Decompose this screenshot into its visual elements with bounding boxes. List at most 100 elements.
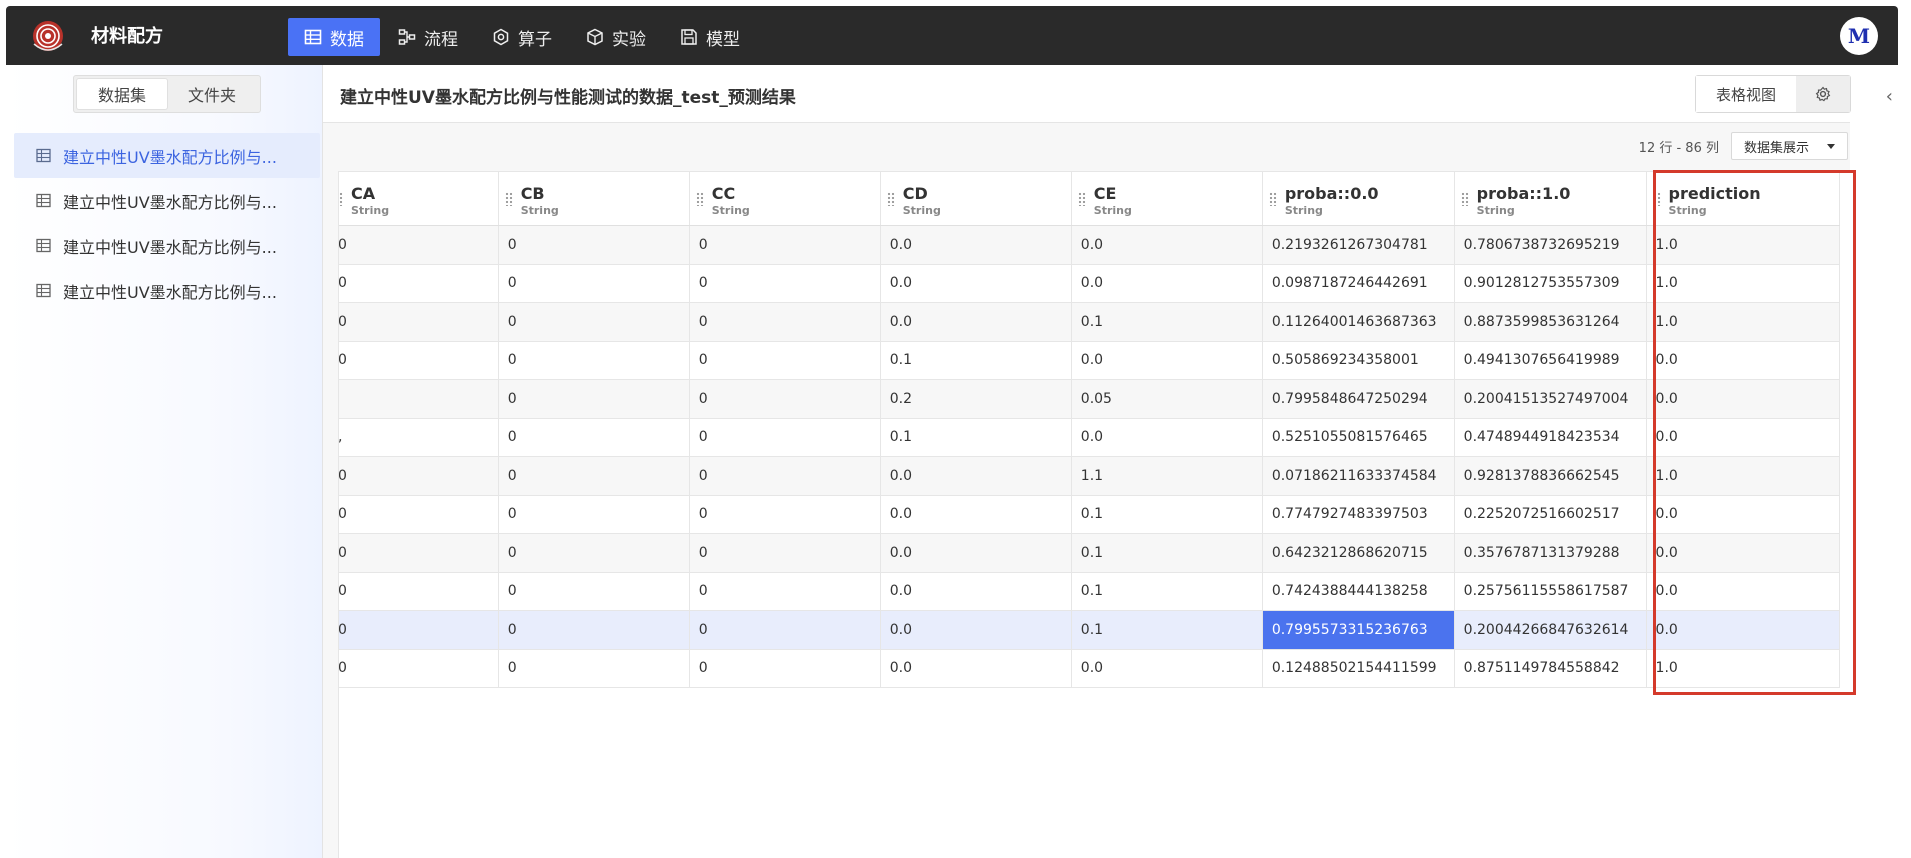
- table-cell[interactable]: 0: [498, 456, 690, 496]
- table-cell[interactable]: 0.4748944918423534: [1454, 418, 1647, 457]
- table-cell[interactable]: 0.2252072516602517: [1454, 495, 1647, 534]
- table-cell[interactable]: 1.0: [1646, 264, 1841, 303]
- table-row[interactable]: 0 0 0 0.1 0.0 0.505869234358001 0.494130765641…: [339, 341, 1841, 380]
- table-cell[interactable]: 0: [689, 649, 881, 688]
- table-cell[interactable]: 0: [689, 610, 881, 650]
- dataset-item[interactable]: 建立中性UV墨水配方比例与...: [14, 268, 320, 313]
- table-cell[interactable]: 0.7995573315236763: [1262, 610, 1455, 650]
- table-cell[interactable]: 0: [689, 302, 881, 342]
- table-cell[interactable]: 0: [689, 456, 881, 496]
- drag-handle-icon[interactable]: [695, 192, 704, 206]
- table-cell[interactable]: 0.2193261267304781: [1262, 225, 1455, 265]
- table-cell[interactable]: 0: [689, 225, 881, 265]
- table-cell[interactable]: 0.0: [1071, 225, 1263, 265]
- table-row[interactable]: 0 0 0 0.0 0.0 0.2193261267304781 0.78067387326…: [339, 225, 1841, 265]
- table-cell[interactable]: 0: [339, 341, 499, 380]
- table-cell[interactable]: 0.7806738732695219: [1454, 225, 1647, 265]
- table-cell[interactable]: 0.6423212868620715: [1262, 533, 1455, 573]
- table-row[interactable]: 0 0 0 0.0 0.1 0.7747927483397503 0.22520725166…: [339, 495, 1841, 534]
- table-cell[interactable]: 0: [498, 225, 690, 265]
- nav-operator[interactable]: 算子: [476, 18, 568, 56]
- table-cell[interactable]: 0: [689, 264, 881, 303]
- table-cell[interactable]: 0.505869234358001: [1262, 341, 1455, 380]
- column-header[interactable]: CA String: [339, 171, 499, 226]
- table-cell[interactable]: 0: [339, 264, 499, 303]
- table-cell[interactable]: 0.20044266847632614: [1454, 610, 1647, 650]
- table-cell[interactable]: 0.0987187246442691: [1262, 264, 1455, 303]
- table-cell[interactable]: 0: [689, 418, 881, 457]
- table-cell[interactable]: 0.11264001463687363: [1262, 302, 1455, 342]
- table-cell[interactable]: 0.07186211633374584: [1262, 456, 1455, 496]
- table-cell[interactable]: 0.0: [880, 610, 1072, 650]
- table-cell[interactable]: 1.1: [1071, 456, 1263, 496]
- drag-handle-icon[interactable]: [504, 192, 513, 206]
- table-cell[interactable]: 0.0: [880, 533, 1072, 573]
- table-cell[interactable]: 0.20041513527497004: [1454, 379, 1647, 419]
- chevron-left-icon[interactable]: ‹: [1886, 86, 1893, 107]
- column-header[interactable]: prediction String: [1646, 171, 1841, 226]
- table-cell[interactable]: 0.0: [880, 495, 1072, 534]
- table-cell[interactable]: 0.8873599853631264: [1454, 302, 1647, 342]
- table-cell[interactable]: 1.0: [1646, 225, 1841, 265]
- table-cell[interactable]: 0.0: [880, 572, 1072, 611]
- table-cell[interactable]: 0: [689, 379, 881, 419]
- table-cell[interactable]: 0: [498, 418, 690, 457]
- data-table-container[interactable]: CA String CB String CC String CD String CE String…: [338, 171, 1850, 858]
- drag-handle-icon[interactable]: [1077, 192, 1086, 206]
- table-cell[interactable]: 0: [498, 302, 690, 342]
- table-cell[interactable]: 0.0: [1646, 495, 1841, 534]
- table-row[interactable]: 0 0 0 0.0 0.1 0.6423212868620715 0.35767871313…: [339, 533, 1841, 573]
- table-row[interactable]: 0 0 0 0.0 0.1 0.7424388444138258 0.25756115558…: [339, 572, 1841, 611]
- table-cell[interactable]: 0.7995848647250294: [1262, 379, 1455, 419]
- table-cell[interactable]: 0.2: [880, 379, 1072, 419]
- table-cell[interactable]: 0.0: [1071, 341, 1263, 380]
- table-row[interactable]: 0 0 0 0.0 0.0 0.12488502154411599 0.8751149784…: [339, 649, 1841, 688]
- table-cell[interactable]: 0.0: [880, 264, 1072, 303]
- table-cell[interactable]: [339, 379, 499, 419]
- table-cell[interactable]: 0.0: [1071, 418, 1263, 457]
- drag-handle-icon[interactable]: [886, 192, 895, 206]
- table-cell[interactable]: 0.1: [880, 418, 1072, 457]
- table-cell[interactable]: 0: [339, 533, 499, 573]
- table-cell[interactable]: 1.0: [1646, 302, 1841, 342]
- dataset-item[interactable]: 建立中性UV墨水配方比例与...: [14, 133, 320, 178]
- table-cell[interactable]: 0: [498, 495, 690, 534]
- table-row[interactable]: 0 0 0 0.0 0.0 0.0987187246442691 0.90128127535…: [339, 264, 1841, 303]
- table-cell[interactable]: 0.0: [1646, 341, 1841, 380]
- table-cell[interactable]: 1.0: [1646, 456, 1841, 496]
- table-cell[interactable]: 0: [339, 302, 499, 342]
- drag-handle-icon[interactable]: [1652, 192, 1661, 206]
- dataset-item[interactable]: 建立中性UV墨水配方比例与...: [14, 223, 320, 268]
- table-cell[interactable]: 0.0: [1071, 264, 1263, 303]
- table-cell[interactable]: 0: [498, 572, 690, 611]
- drag-handle-icon[interactable]: [1460, 192, 1469, 206]
- table-cell[interactable]: 0.4941307656419989: [1454, 341, 1647, 380]
- table-cell[interactable]: 0.5251055081576465: [1262, 418, 1455, 457]
- table-cell[interactable]: 0.0: [880, 225, 1072, 265]
- table-cell[interactable]: 0.9281378836662545: [1454, 456, 1647, 496]
- table-cell[interactable]: 0.7747927483397503: [1262, 495, 1455, 534]
- nav-experiment[interactable]: 实验: [570, 18, 662, 56]
- table-cell[interactable]: 0.0: [880, 456, 1072, 496]
- nav-model[interactable]: 模型: [664, 18, 756, 56]
- table-cell[interactable]: 0.3576787131379288: [1454, 533, 1647, 573]
- table-cell[interactable]: 0: [498, 379, 690, 419]
- table-cell[interactable]: 0: [498, 264, 690, 303]
- table-row[interactable]: , 0 0 0.1 0.0 0.5251055081576465 0.47489449184…: [339, 418, 1841, 457]
- table-cell[interactable]: 0.1: [1071, 610, 1263, 650]
- table-cell[interactable]: 0: [339, 456, 499, 496]
- table-row[interactable]: 0 0 0 0.0 0.1 0.7995573315236763 0.20044266847…: [339, 610, 1841, 650]
- table-cell[interactable]: 0.9012812753557309: [1454, 264, 1647, 303]
- settings-button[interactable]: [1796, 76, 1850, 112]
- table-cell[interactable]: 0.0: [1646, 572, 1841, 611]
- table-cell[interactable]: 0.1: [1071, 495, 1263, 534]
- table-cell[interactable]: 0: [498, 533, 690, 573]
- table-cell[interactable]: 0: [339, 225, 499, 265]
- table-row[interactable]: 0 0 0.2 0.05 0.7995848647250294 0.20041513527…: [339, 379, 1841, 419]
- table-cell[interactable]: 0.25756115558617587: [1454, 572, 1647, 611]
- table-cell[interactable]: 0.12488502154411599: [1262, 649, 1455, 688]
- table-cell[interactable]: 0.8751149784558842: [1454, 649, 1647, 688]
- tab-datasets[interactable]: 数据集: [77, 79, 167, 109]
- table-cell[interactable]: 0: [689, 533, 881, 573]
- table-cell[interactable]: 0.0: [1071, 649, 1263, 688]
